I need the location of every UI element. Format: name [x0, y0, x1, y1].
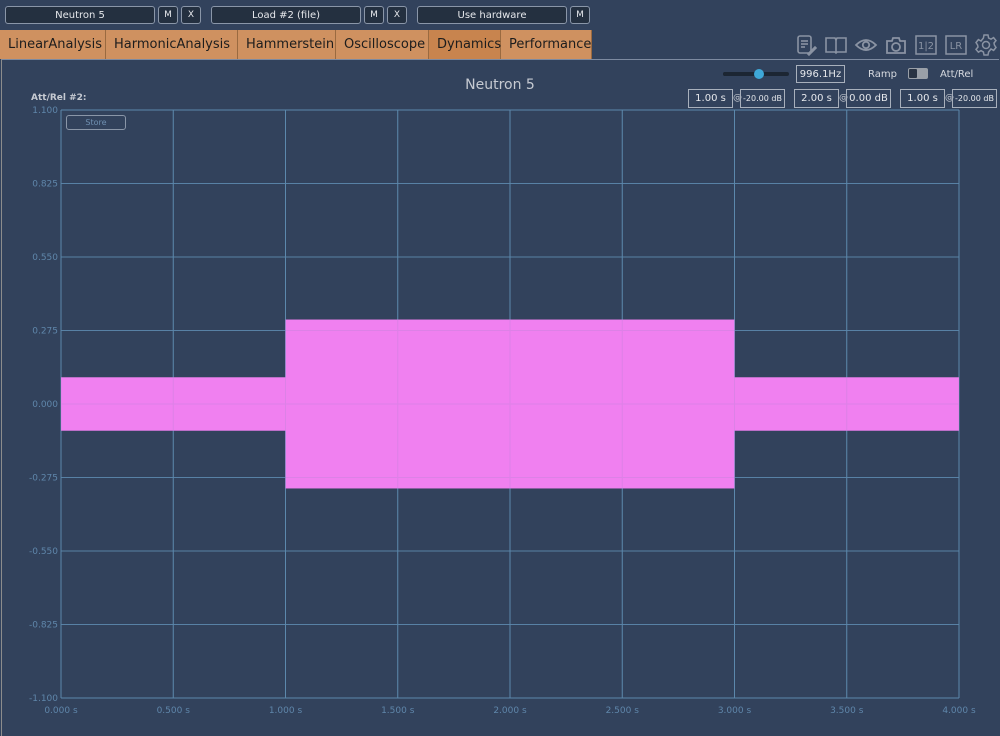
grid-overlay — [60, 109, 960, 699]
y-tick-label: 0.825 — [32, 180, 58, 190]
y-tick-label: -0.275 — [29, 474, 58, 484]
x-tick-label: 0.000 s — [44, 706, 78, 716]
x-tick-label: 2.000 s — [493, 706, 527, 716]
y-tick-label: 0.550 — [32, 253, 58, 263]
y-tick-label: 1.100 — [32, 106, 58, 116]
envelope-chart: 1.100 0.825 0.550 0.275 0.000 -0.275 -0.550 -0.… — [29, 106, 976, 716]
x-tick-label: 4.000 s — [942, 706, 976, 716]
store-button[interactable]: Store — [66, 115, 126, 130]
y-tick-label: -0.825 — [29, 621, 58, 631]
x-tick-label: 1.500 s — [381, 706, 415, 716]
x-tick-label: 3.000 s — [718, 706, 752, 716]
y-axis-ticks: 1.100 0.825 0.550 0.275 0.000 -0.275 -0.550 -0.… — [29, 106, 58, 704]
x-tick-label: 2.500 s — [606, 706, 640, 716]
x-tick-label: 0.500 s — [157, 706, 191, 716]
y-tick-label: 0.000 — [32, 400, 58, 410]
y-tick-label: 0.275 — [32, 327, 58, 337]
x-tick-label: 3.500 s — [830, 706, 864, 716]
x-tick-label: 1.000 s — [269, 706, 303, 716]
y-tick-label: -1.100 — [29, 694, 58, 704]
x-axis-ticks: 0.000 s 0.500 s 1.000 s 1.500 s 2.000 s 2.500… — [44, 706, 976, 716]
y-tick-label: -0.550 — [29, 547, 58, 557]
